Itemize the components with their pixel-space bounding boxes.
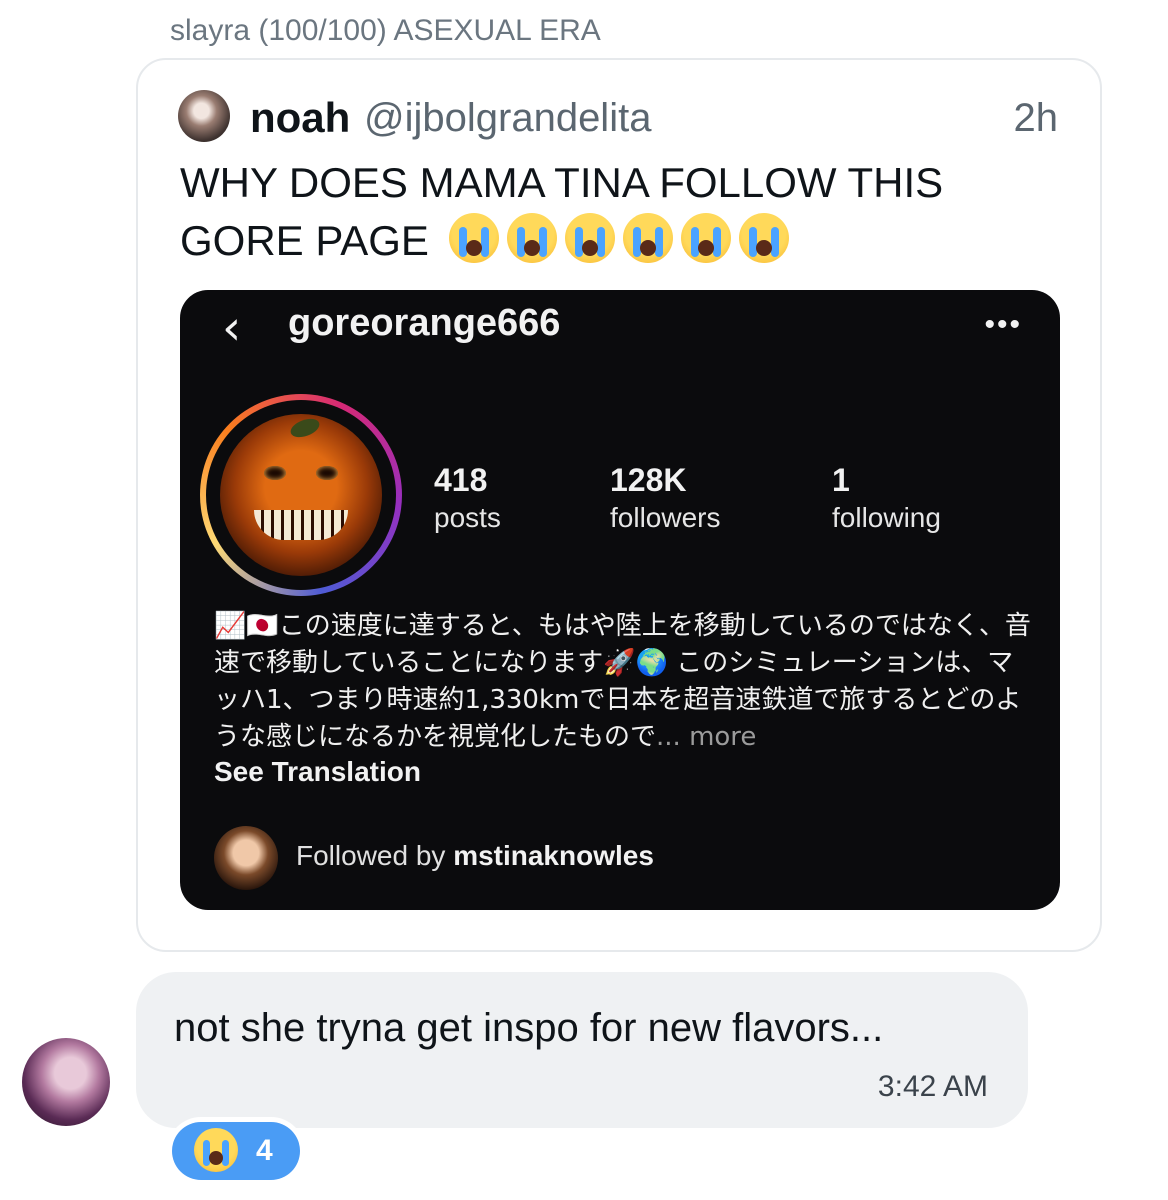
quoted-tweet-time: 2h <box>1013 96 1059 140</box>
quoted-tweet-handle[interactable]: @ijbolgrandelita <box>364 96 651 141</box>
followed-by-user: mstinaknowles <box>453 840 654 871</box>
loudly-crying-face-icon <box>194 1128 238 1172</box>
follower-avatar <box>214 826 278 890</box>
instagram-bio: 📈🇯🇵この速度に達すると、もはや陸上を移動しているのではなく、音速で移動している… <box>214 608 1034 756</box>
loudly-crying-face-icon <box>564 213 615 263</box>
message-text: not she tryna get inspo for new flavors.… <box>174 1006 884 1050</box>
stat-following: 1 following <box>832 460 941 536</box>
bio-more-link: ... more <box>656 722 757 752</box>
stat-value: 128K <box>610 462 687 498</box>
stat-followers: 128K followers <box>610 460 720 536</box>
quoted-tweet-author-name[interactable]: noah <box>250 94 350 142</box>
sender-name: slayra (100/100) ASEXUAL ERA <box>170 14 601 47</box>
followed-by-prefix: Followed by <box>296 840 446 871</box>
profile-picture-ring <box>200 394 402 596</box>
instagram-screenshot: ‹ goreorange666 ••• 418 posts 128K follo… <box>180 290 1060 910</box>
reaction-pill[interactable]: 4 <box>172 1122 300 1180</box>
message-bubble[interactable]: not she tryna get inspo for new flavors.… <box>136 972 1028 1128</box>
stat-value: 1 <box>832 462 850 498</box>
followed-by-text: Followed by mstinaknowles <box>296 840 654 872</box>
loudly-crying-face-icon <box>622 213 673 263</box>
emoji-row <box>441 213 789 264</box>
see-translation-link: See Translation <box>214 756 421 787</box>
stat-value: 418 <box>434 462 488 498</box>
loudly-crying-face-icon <box>448 213 499 263</box>
stat-posts: 418 posts <box>434 460 501 536</box>
instagram-username: goreorange666 <box>288 302 561 344</box>
reaction-count: 4 <box>256 1134 273 1167</box>
message-sender-avatar[interactable] <box>22 1038 110 1126</box>
bio-text: 📈🇯🇵この速度に達すると、もはや陸上を移動しているのではなく、音速で移動している… <box>214 611 1031 752</box>
stat-label: followers <box>610 502 721 533</box>
loudly-crying-face-icon <box>506 213 557 263</box>
message-time: 3:42 AM <box>877 1070 988 1103</box>
more-dots-icon: ••• <box>984 308 1022 341</box>
quoted-tweet-avatar[interactable] <box>178 90 230 142</box>
profile-picture <box>220 414 382 576</box>
loudly-crying-face-icon <box>680 213 731 263</box>
back-chevron-icon: ‹ <box>222 300 242 356</box>
quoted-tweet-text: WHY DOES MAMA TINA FOLLOW THIS GORE PAGE <box>180 154 1000 270</box>
stat-label: following <box>832 502 941 533</box>
loudly-crying-face-icon <box>738 213 789 263</box>
stat-label: posts <box>434 502 501 533</box>
